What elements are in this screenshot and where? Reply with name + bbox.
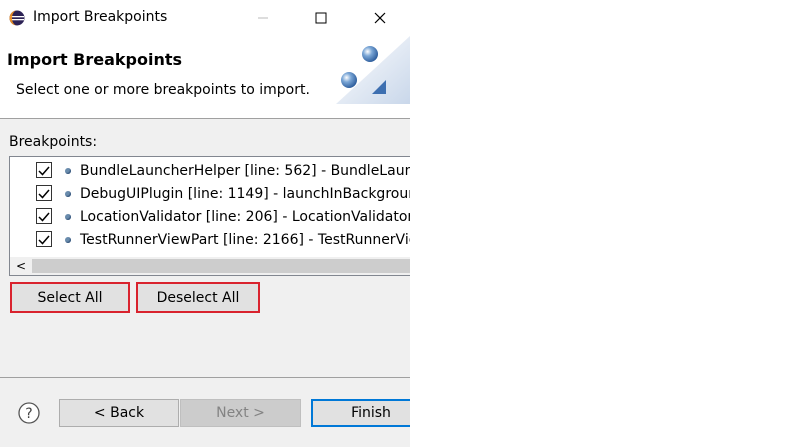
checkbox[interactable] xyxy=(36,185,52,201)
maximize-button[interactable] xyxy=(298,0,344,36)
checkmark-icon xyxy=(38,189,50,199)
checkmark-icon xyxy=(38,166,50,176)
page-description: Select one or more breakpoints to import… xyxy=(16,82,310,98)
checkbox[interactable] xyxy=(36,231,52,247)
breakpoint-label: DebugUIPlugin [line: 1149] - launchInBac… xyxy=(80,186,410,202)
svg-text:?: ? xyxy=(25,406,32,422)
horizontal-scrollbar[interactable]: < xyxy=(10,257,410,275)
breakpoints-label: Breakpoints: xyxy=(9,134,98,150)
breakpoint-banner-art xyxy=(336,36,410,104)
breakpoint-label: BundleLauncherHelper [line: 562] - Bundl… xyxy=(80,163,410,179)
breakpoint-icon xyxy=(65,237,71,243)
list-item[interactable]: LocationValidator [line: 206] - Location… xyxy=(10,206,410,229)
scroll-thumb[interactable] xyxy=(32,259,410,273)
page-title: Import Breakpoints xyxy=(7,50,183,69)
content-area: Breakpoints: BundleLauncherHelper [line:… xyxy=(0,119,410,377)
minimize-icon xyxy=(258,17,268,19)
checkbox[interactable] xyxy=(36,208,52,224)
checkmark-icon xyxy=(38,212,50,222)
list-item[interactable]: BundleLauncherHelper [line: 562] - Bundl… xyxy=(10,160,410,183)
breakpoint-icon xyxy=(65,168,71,174)
breakpoint-icon xyxy=(65,191,71,197)
close-button[interactable] xyxy=(357,0,403,36)
scroll-left-button[interactable]: < xyxy=(10,257,32,275)
title-bar[interactable]: Import Breakpoints xyxy=(0,0,410,36)
checkmark-icon xyxy=(38,235,50,245)
list-item[interactable]: DebugUIPlugin [line: 1149] - launchInBac… xyxy=(10,183,410,206)
question-icon[interactable]: ? xyxy=(18,402,40,424)
next-button[interactable]: Next > xyxy=(180,399,301,427)
button-bar: ? < Back Next > Finish xyxy=(0,378,410,447)
breakpoint-label: LocationValidator [line: 206] - Location… xyxy=(80,209,410,225)
close-icon xyxy=(374,12,386,24)
list-item[interactable]: TestRunnerViewPart [line: 2166] - TestRu… xyxy=(10,229,410,252)
finish-button[interactable]: Finish xyxy=(311,399,410,427)
checkbox[interactable] xyxy=(36,162,52,178)
minimize-button[interactable] xyxy=(240,0,286,36)
import-breakpoints-dialog: Import Breakpoints Import Breakpoints Se… xyxy=(0,0,410,447)
window-title: Import Breakpoints xyxy=(33,9,168,25)
breakpoint-label: TestRunnerViewPart [line: 2166] - TestRu… xyxy=(80,232,410,248)
breakpoints-list[interactable]: BundleLauncherHelper [line: 562] - Bundl… xyxy=(9,156,410,276)
deselect-all-button[interactable]: Deselect All xyxy=(136,282,260,313)
back-button[interactable]: < Back xyxy=(59,399,179,427)
eclipse-icon xyxy=(9,10,25,26)
breakpoint-icon xyxy=(65,214,71,220)
select-all-button[interactable]: Select All xyxy=(10,282,130,313)
maximize-icon xyxy=(315,12,327,24)
wizard-banner: Import Breakpoints Select one or more br… xyxy=(0,36,410,118)
